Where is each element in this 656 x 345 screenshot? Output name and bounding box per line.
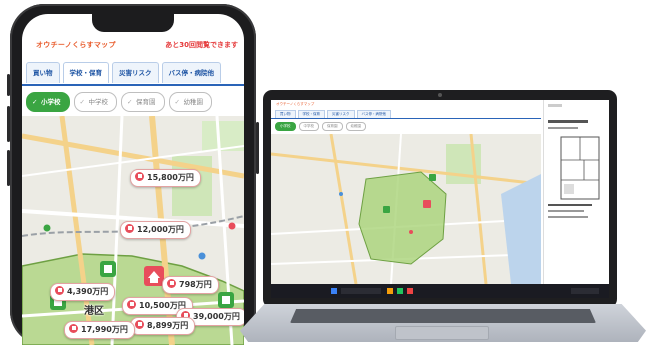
start-icon[interactable] <box>331 288 337 294</box>
filter-junior-high-school[interactable]: ✓ 中学校 <box>73 92 117 112</box>
listing-price-pin[interactable]: 8,899万円 <box>130 317 196 335</box>
school-pin[interactable] <box>429 174 436 181</box>
map-view[interactable]: 港区 15,800万円 12,000万円 4,390万円 798万円 10,50… <box>22 116 244 345</box>
check-icon: ✓ <box>127 98 133 106</box>
webcam <box>438 93 442 97</box>
house-icon <box>127 300 136 309</box>
app-icon[interactable] <box>407 288 413 294</box>
listing-price: 798万円 <box>179 280 212 289</box>
browser-icon[interactable] <box>397 288 403 294</box>
taskbar-search[interactable] <box>341 288 381 294</box>
poi-pin[interactable] <box>198 252 206 260</box>
phone-silent-switch <box>7 74 10 96</box>
listing-price: 17,990万円 <box>81 325 128 334</box>
filter-label: 幼稚園 <box>183 98 204 106</box>
view-limit-notice: あと30回閲覧できます <box>165 41 238 49</box>
phone-notch <box>92 14 174 32</box>
house-icon <box>125 224 134 233</box>
water-area <box>501 174 541 284</box>
property-name <box>548 120 588 123</box>
app-header: オウチーノくらすマップ あと30回閲覧できます <box>22 36 244 54</box>
laptop-map-view[interactable] <box>271 134 541 284</box>
house-icon <box>167 279 176 288</box>
listing-price: 12,000万円 <box>137 225 184 234</box>
laptop-mockup: オウチーノくらすマップ 買い物 学校・保育 災害リスク バス停・病院他 小学校 … <box>263 90 617 308</box>
laptop-facility-filters: 小学校 中学校 保育園 幼稚園 <box>275 122 366 131</box>
tab-underline <box>22 84 244 86</box>
listing-price-pin[interactable]: 798万円 <box>162 276 219 294</box>
property-detail-row <box>548 204 592 206</box>
laptop-trackpad <box>395 326 489 340</box>
filter-nursery[interactable]: ✓ 保育園 <box>121 92 165 112</box>
filter-label: 保育園 <box>136 98 156 106</box>
listing-price-pin[interactable]: 17,990万円 <box>64 321 135 339</box>
phone-power-button <box>256 122 259 174</box>
phone-volume-down <box>7 150 10 186</box>
laptop-filter-junior-high-school[interactable]: 中学校 <box>298 122 319 131</box>
filter-kindergarten[interactable]: ✓ 幼稚園 <box>168 92 212 112</box>
phone-mockup: オウチーノくらすマップ あと30回閲覧できます 買い物 学校・保育 災害リスク … <box>7 4 259 345</box>
tab-shopping[interactable]: 買い物 <box>26 62 60 83</box>
tab-school-childcare[interactable]: 学校・保育 <box>62 62 109 83</box>
filter-elementary-school[interactable]: ✓ 小学校 <box>26 92 70 112</box>
laptop-filter-elementary-school[interactable]: 小学校 <box>275 122 296 131</box>
listing-price: 15,800万円 <box>147 173 194 182</box>
property-detail-panel <box>543 100 609 284</box>
listing-price-pin[interactable]: 4,390万円 <box>50 283 116 301</box>
phone-volume-up <box>7 106 10 142</box>
os-taskbar <box>271 284 609 298</box>
listing-price: 8,899万円 <box>147 321 189 330</box>
school-pin[interactable] <box>100 261 116 277</box>
laptop-map-canvas <box>271 134 541 284</box>
house-icon <box>135 320 144 329</box>
check-icon: ✓ <box>32 98 38 106</box>
house-icon <box>69 324 78 333</box>
laptop-tab-underline <box>271 118 541 119</box>
property-price <box>548 127 578 129</box>
listing-price-pin[interactable]: 12,000万円 <box>120 221 191 239</box>
school-pin[interactable] <box>218 292 234 308</box>
check-icon: ✓ <box>79 98 85 106</box>
filter-label: 中学校 <box>88 98 109 106</box>
house-icon <box>135 172 144 181</box>
school-pin[interactable] <box>383 206 390 213</box>
app-logo[interactable]: オウチーノくらすマップ <box>36 36 116 54</box>
poi-pin[interactable] <box>339 192 343 196</box>
folder-icon[interactable] <box>387 288 393 294</box>
property-detail-row <box>548 216 588 218</box>
laptop-screen: オウチーノくらすマップ 買い物 学校・保育 災害リスク バス停・病院他 小学校 … <box>271 100 609 298</box>
selected-property-pin[interactable] <box>144 266 164 286</box>
area-label: 港区 <box>84 306 104 317</box>
poi-pin[interactable] <box>228 222 236 230</box>
listing-price: 39,000万円 <box>193 312 240 321</box>
listing-price: 4,390万円 <box>67 287 109 296</box>
filter-label: 小学校 <box>41 98 61 106</box>
system-tray <box>571 288 599 294</box>
property-detail-row <box>548 210 584 212</box>
floor-plan-image[interactable] <box>560 136 600 200</box>
poi-pin[interactable] <box>409 230 413 234</box>
phone-screen: オウチーノくらすマップ あと30回閲覧できます 買い物 学校・保育 災害リスク … <box>22 14 244 345</box>
poi-pin[interactable] <box>43 224 51 232</box>
listing-price-pin[interactable]: 15,800万円 <box>130 169 201 187</box>
tab-bus-hospital[interactable]: バス停・病院他 <box>161 62 221 83</box>
school-district-zone <box>358 171 447 265</box>
laptop-filter-kindergarten[interactable]: 幼稚園 <box>345 122 366 131</box>
tab-disaster-risk[interactable]: 災害リスク <box>112 62 159 83</box>
laptop-keyboard <box>290 309 596 323</box>
check-icon: ✓ <box>174 98 180 106</box>
selected-property-pin[interactable] <box>423 200 431 208</box>
category-tabs: 買い物 学校・保育 災害リスク バス停・病院他 <box>22 62 244 84</box>
facility-filters: ✓ 小学校 ✓ 中学校 ✓ 保育園 ✓ 幼稚園 <box>22 92 244 112</box>
panel-close-bar[interactable] <box>548 104 562 107</box>
laptop-filter-nursery[interactable]: 保育園 <box>322 122 343 131</box>
house-icon <box>55 286 64 295</box>
